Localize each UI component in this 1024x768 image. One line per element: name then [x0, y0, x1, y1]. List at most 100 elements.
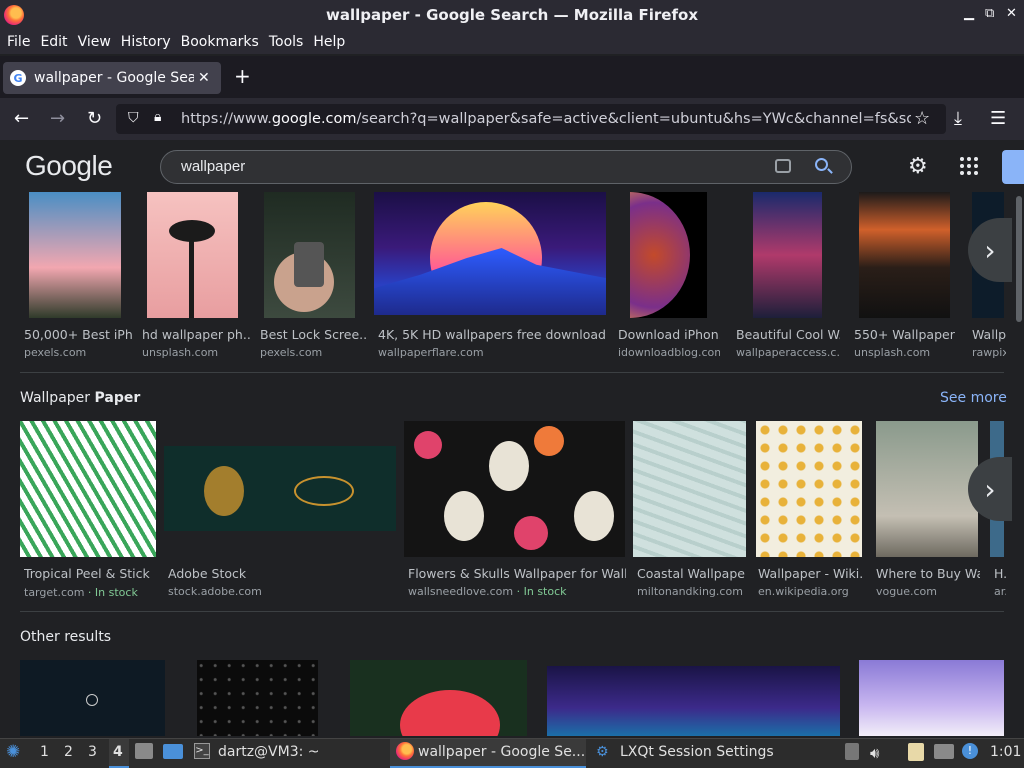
image-source[interactable]: en.wikipedia.org [758, 585, 864, 598]
taskbar-firefox[interactable]: wallpaper - Google Se... [418, 744, 585, 760]
workspace-4[interactable]: 4 [113, 744, 123, 760]
new-tab-button[interactable]: + [234, 64, 251, 88]
image-source[interactable]: unsplash.com [142, 346, 250, 359]
image-source[interactable]: stock.adobe.com [168, 585, 394, 598]
workspace-3[interactable]: 3 [88, 744, 97, 760]
image-caption[interactable]: Adobe Stock [168, 566, 394, 581]
search-box[interactable] [160, 150, 852, 184]
hamburger-menu-icon[interactable]: ☰ [990, 108, 1006, 129]
file-manager-icon[interactable] [135, 743, 153, 759]
image-thumbnail[interactable] [756, 421, 862, 557]
apps-grid-icon[interactable] [960, 157, 978, 175]
image-caption[interactable]: Wallpaper - Wiki... [758, 566, 864, 581]
volume-icon[interactable]: 🔊︎ [870, 744, 879, 762]
bookmark-star-icon[interactable]: ☆ [914, 108, 930, 129]
image-caption[interactable]: Wallp... [972, 327, 1006, 342]
show-desktop-icon[interactable] [163, 744, 183, 759]
search-input[interactable] [181, 158, 741, 175]
minimize-icon[interactable]: ▁ [964, 6, 974, 21]
image-thumbnail[interactable] [164, 446, 396, 531]
terminal-icon: >_ [194, 743, 210, 759]
shield-icon[interactable]: ⛉ [128, 110, 139, 126]
downloads-icon[interactable]: ⤓ [954, 108, 962, 129]
image-source[interactable]: wallpaperflare.com [378, 346, 610, 359]
image-source[interactable]: pexels.com [260, 346, 368, 359]
menu-file[interactable]: File [2, 34, 35, 50]
image-thumbnail[interactable] [264, 192, 355, 318]
image-thumbnail[interactable] [350, 660, 527, 736]
forward-arrow-icon[interactable]: → [50, 108, 65, 129]
notification-icon[interactable]: ! [962, 743, 978, 759]
menu-help[interactable]: Help [308, 34, 350, 50]
image-thumbnail[interactable] [404, 421, 625, 557]
image-caption[interactable]: Coastal Wallpape... [637, 566, 745, 581]
image-thumbnail[interactable] [147, 192, 238, 318]
google-favicon-icon: G [10, 70, 26, 86]
menu-edit[interactable]: Edit [35, 34, 72, 50]
menu-view[interactable]: View [73, 34, 116, 50]
sign-in-button[interactable] [1002, 150, 1024, 184]
taskbar-terminal[interactable]: dartz@VM3: ~ [218, 744, 320, 760]
reload-icon[interactable]: ↻ [87, 108, 102, 129]
image-source[interactable]: unsplash.com [854, 346, 958, 359]
camera-search-icon[interactable] [775, 159, 791, 173]
network-icon[interactable] [934, 744, 954, 759]
image-thumbnail[interactable] [547, 666, 840, 736]
clock[interactable]: 1:01 [990, 744, 1021, 760]
menu-history[interactable]: History [116, 34, 176, 50]
image-caption[interactable]: Tropical Peel & Stick ... [24, 566, 154, 581]
menu-tools[interactable]: Tools [264, 34, 309, 50]
tray-updates-icon[interactable] [845, 743, 859, 760]
restore-icon[interactable]: ⧉ [985, 6, 994, 21]
image-source[interactable]: idownloadblog.com [618, 346, 720, 359]
image-thumbnail[interactable] [876, 421, 978, 557]
image-thumbnail[interactable] [859, 660, 1004, 736]
search-icon[interactable] [815, 158, 828, 171]
image-caption[interactable]: hd wallpaper ph... [142, 327, 250, 342]
image-caption[interactable]: Download iPhon... [618, 327, 720, 342]
image-thumbnail[interactable] [633, 421, 746, 557]
image-source[interactable]: target.com · In stock [24, 586, 154, 599]
url-text[interactable]: https://www.google.com/search?q=wallpape… [181, 111, 911, 127]
image-caption[interactable]: H... [994, 566, 1006, 581]
image-thumbnail[interactable] [859, 192, 950, 318]
page-scrollbar[interactable] [1016, 196, 1022, 322]
settings-gear-icon[interactable]: ⚙ [908, 154, 928, 179]
url-bar[interactable]: ⛉ 🔒︎ https://www.google.com/search?q=wal… [116, 104, 946, 134]
menu-bookmarks[interactable]: Bookmarks [176, 34, 264, 50]
image-source[interactable]: miltonandking.com [637, 585, 745, 598]
image-caption[interactable]: 4K, 5K HD wallpapers free download ... [378, 327, 610, 342]
image-source[interactable]: pexels.com [24, 346, 132, 359]
image-source[interactable]: vogue.com [876, 585, 980, 598]
image-source[interactable]: wallsneedlove.com · In stock [408, 585, 626, 598]
image-caption[interactable]: Where to Buy Wa... [876, 566, 980, 581]
close-window-icon[interactable]: ✕ [1006, 6, 1017, 21]
start-menu-icon[interactable]: ✺ [6, 742, 20, 762]
image-caption[interactable]: 550+ Wallpaper ... [854, 327, 958, 342]
image-thumbnail[interactable] [753, 192, 822, 318]
lock-icon[interactable]: 🔒︎ [154, 109, 161, 125]
workspace-1[interactable]: 1 [40, 744, 49, 760]
image-thumbnail[interactable] [20, 660, 165, 736]
image-source[interactable]: ar... [994, 585, 1006, 598]
image-thumbnail[interactable] [29, 192, 121, 318]
image-source[interactable]: wallpaperaccess.c... [736, 346, 840, 359]
image-caption[interactable]: Flowers & Skulls Wallpaper for Walls ... [408, 566, 626, 581]
see-more-link[interactable]: See more [940, 390, 1007, 406]
close-tab-icon[interactable]: ✕ [198, 70, 210, 86]
image-caption[interactable]: Best Lock Scree... [260, 327, 368, 342]
taskbar-lxqt-settings[interactable]: LXQt Session Settings [620, 744, 774, 760]
image-thumbnail[interactable] [374, 192, 606, 315]
image-caption[interactable]: 50,000+ Best iPh... [24, 327, 132, 342]
back-arrow-icon[interactable]: ← [14, 108, 29, 129]
clipboard-icon[interactable] [908, 743, 924, 761]
image-thumbnail[interactable] [20, 421, 156, 557]
image-source[interactable]: rawpix... [972, 346, 1006, 359]
image-caption[interactable]: Beautiful Cool W... [736, 327, 840, 342]
image-thumbnail[interactable] [197, 660, 318, 736]
image-thumbnail[interactable] [630, 192, 707, 318]
tab-google-search[interactable]: G wallpaper - Google Search ✕ [3, 62, 221, 94]
workspace-2[interactable]: 2 [64, 744, 73, 760]
tab-title: wallpaper - Google Search [34, 70, 194, 86]
google-logo[interactable]: Google [25, 150, 113, 182]
